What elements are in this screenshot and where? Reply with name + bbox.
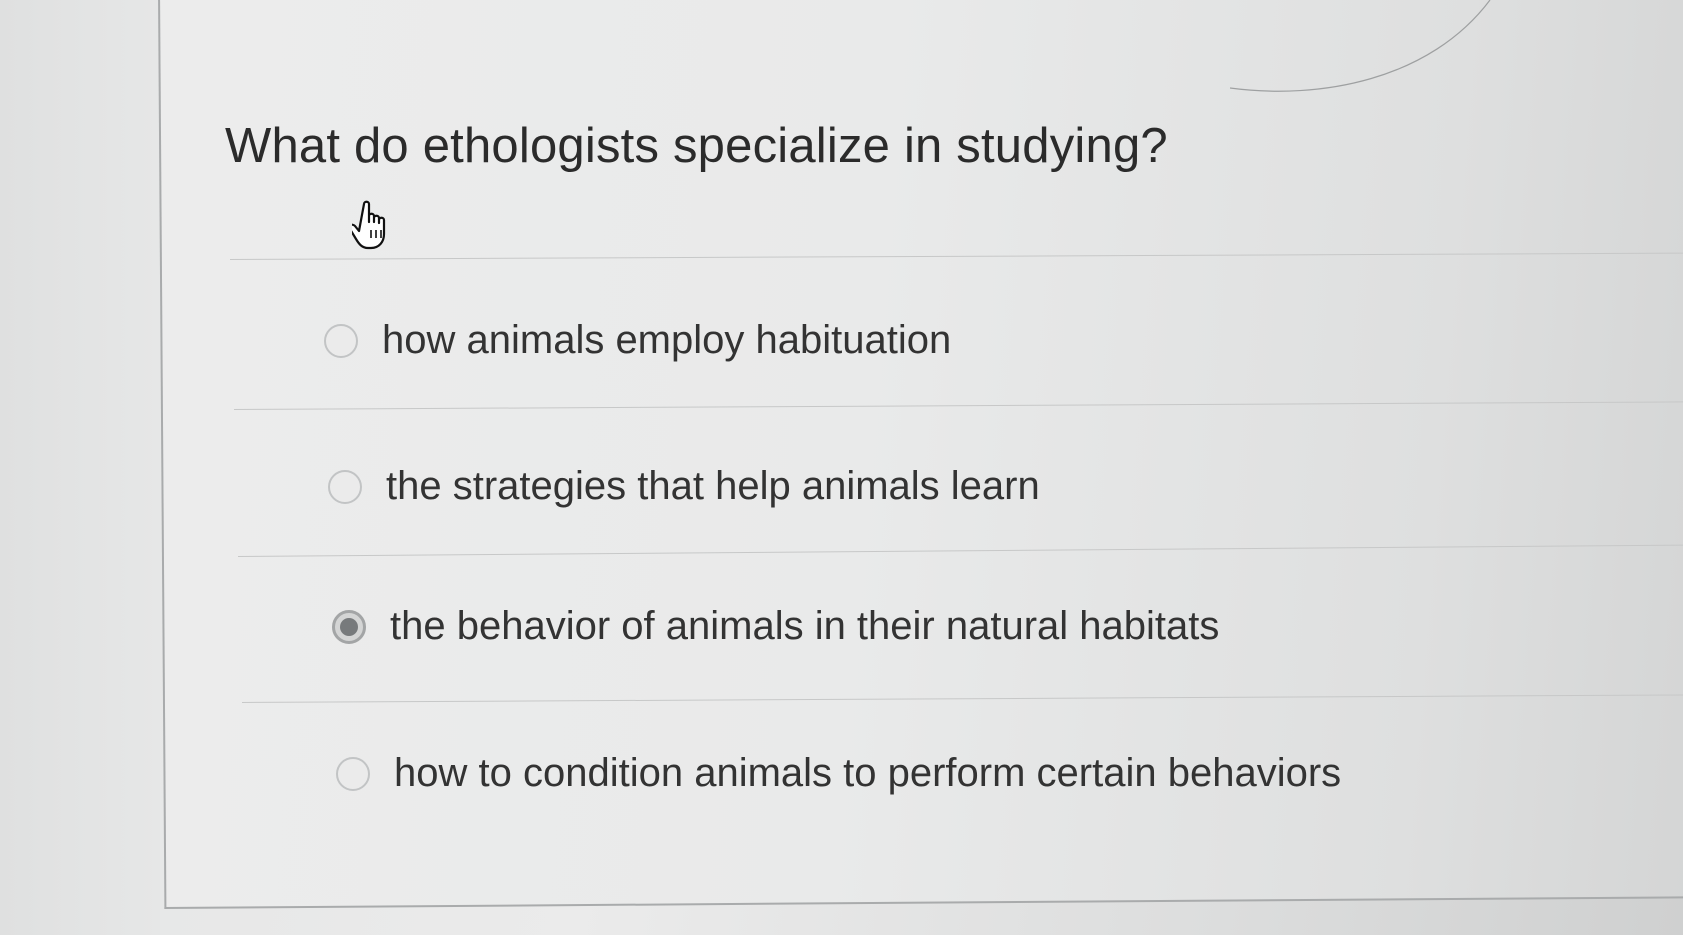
option-4[interactable]: how to condition animals to perform cert… <box>336 751 1341 796</box>
option-label: the behavior of animals in their natural… <box>390 604 1220 648</box>
radio-button[interactable] <box>328 469 362 504</box>
option-3[interactable]: the behavior of animals in their natural… <box>332 604 1219 649</box>
radio-button[interactable] <box>336 756 370 791</box>
option-label: how animals employ habituation <box>382 318 952 362</box>
option-2[interactable]: the strategies that help animals learn <box>328 464 1040 509</box>
radio-dot <box>340 617 358 636</box>
question-text: What do ethologists specialize in studyi… <box>225 119 1168 173</box>
option-1[interactable]: how animals employ habituation <box>324 318 951 363</box>
option-label: the strategies that help animals learn <box>386 464 1040 508</box>
option-label: how to condition animals to perform cert… <box>394 751 1342 795</box>
screen: What do ethologists specialize in studyi… <box>0 0 1683 935</box>
decorative-curve <box>1230 0 1491 92</box>
radio-button[interactable] <box>324 323 358 358</box>
left-panel <box>0 0 160 935</box>
hand-pointer-icon <box>352 200 386 250</box>
radio-button-selected[interactable] <box>332 609 366 644</box>
